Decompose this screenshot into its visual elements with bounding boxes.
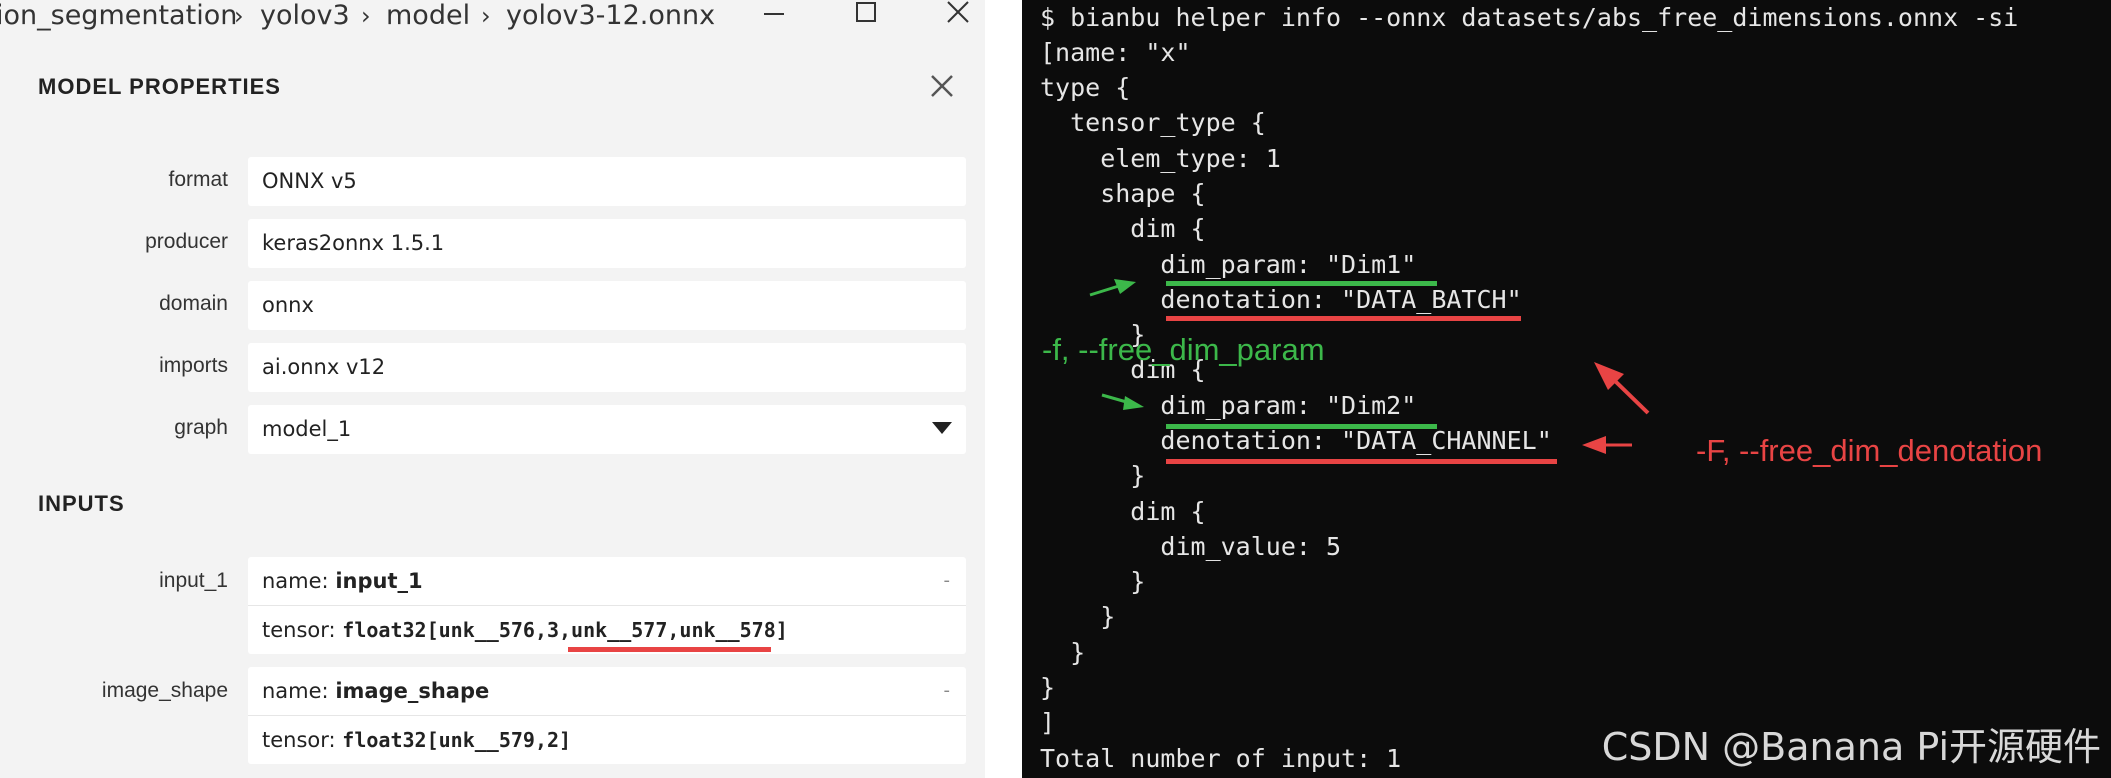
breadcrumb-item[interactable]: ion_segmentation [0,0,237,32]
title-bar: ion_segmentation › yolov3 › model › yolo… [0,0,985,32]
breadcrumb-separator: › [481,2,491,30]
graph-select-value: model_1 [262,417,352,441]
minimize-icon [764,13,784,15]
format-value: ONNX v5 [248,157,966,206]
minimize-button[interactable] [754,0,794,28]
domain-value: onnx [248,281,966,330]
input-label: input_1 [159,569,228,592]
close-properties-button[interactable] [926,70,958,102]
collapse-toggle[interactable]: - [944,557,951,605]
close-window-button[interactable] [938,0,978,28]
close-icon [931,75,953,97]
format-label: format [168,168,228,191]
tensor-type: float32[unk__576,3,unk__577,unk__578] [342,618,788,642]
graph-label: graph [174,416,228,439]
input-name: input_1 [335,569,423,593]
model-properties-title: MODEL PROPERTIES [38,74,281,99]
collapse-toggle[interactable]: - [944,667,951,715]
input-name-row: name: input_1 - [248,557,966,605]
chevron-down-icon [932,422,952,434]
arrow-icon [1089,279,1136,297]
close-icon [947,1,969,23]
input-card[interactable]: name: input_1 - tensor: float32[unk__576… [248,557,966,654]
domain-label: domain [159,292,228,315]
arrow-icon [1101,393,1144,410]
input-name-row: name: image_shape - [248,667,966,715]
tensor-prefix: tensor: [262,728,343,752]
inputs-title: INPUTS [38,491,125,516]
input-name: image_shape [335,679,490,703]
graph-select[interactable]: model_1 [248,405,966,454]
breadcrumb-item[interactable]: model [386,0,470,32]
input-tensor-row: tensor: float32[unk__579,2] [248,715,966,763]
producer-label: producer [145,230,228,253]
arrow-icon [1594,362,1650,415]
breadcrumb-item[interactable]: yolov3-12.onnx [506,0,715,32]
breadcrumb-separator: › [234,2,244,30]
breadcrumb-item[interactable]: yolov3 [260,0,350,32]
annotation-arrows [1089,279,1650,454]
name-prefix: name: [262,569,336,593]
imports-value: ai.onnx v12 [248,343,966,392]
model-properties-panel: ion_segmentation › yolov3 › model › yolo… [0,0,985,778]
tensor-prefix: tensor: [262,618,343,642]
maximize-icon [856,2,876,22]
watermark: CSDN @Banana Pi开源硬件 [1601,725,2101,769]
tensor-type: float32[unk__579,2] [342,728,572,752]
breadcrumb-separator: › [361,2,371,30]
imports-label: imports [159,354,228,377]
red-underline [568,647,771,652]
maximize-button[interactable] [846,0,886,28]
producer-value: keras2onnx 1.5.1 [248,219,966,268]
arrow-icon [1582,436,1632,454]
input-card[interactable]: name: image_shape - tensor: float32[unk_… [248,667,966,764]
terminal-window: $ bianbu helper info --onnx datasets/abs… [1022,0,2111,778]
input-label: image_shape [101,679,228,702]
name-prefix: name: [262,679,336,703]
input-tensor-row: tensor: float32[unk__576,3,unk__577,unk_… [248,605,966,653]
